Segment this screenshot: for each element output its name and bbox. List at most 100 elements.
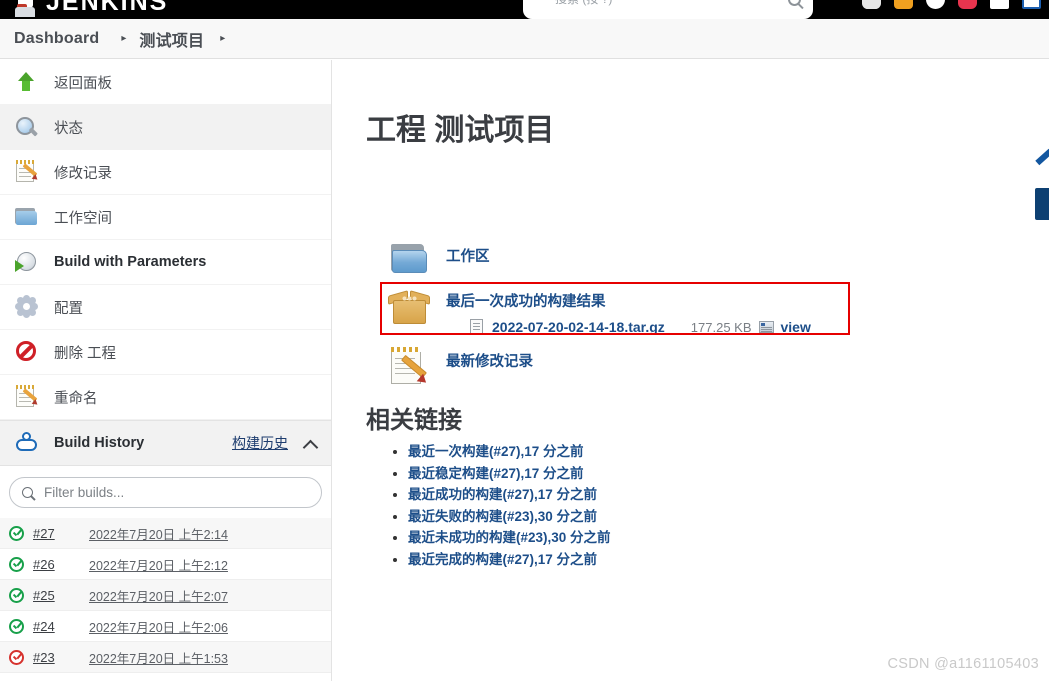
related-link-last-build[interactable]: 最近一次构建(#27),17 分之前: [408, 444, 584, 459]
related-link-last-unsuccessful[interactable]: 最近未成功的构建(#23),30 分之前: [408, 530, 611, 545]
top-bar-icon-group: [862, 0, 1041, 18]
sidebar: 返回面板 状态 修改记录 工作空间 Build with Parameters …: [0, 60, 332, 681]
white-drop-icon[interactable]: [926, 0, 945, 9]
artifact-size: 177.25 KB: [690, 319, 752, 335]
build-status-success-icon: [9, 556, 24, 572]
breadcrumb-item-project[interactable]: 测试项目: [139, 27, 204, 51]
build-date[interactable]: 2022年7月20日 上午1:53: [89, 648, 228, 667]
view-page-icon: [758, 321, 774, 333]
workspace-link[interactable]: 工作区: [446, 249, 490, 265]
build-number[interactable]: #27: [33, 526, 89, 541]
build-number[interactable]: #23: [33, 650, 89, 665]
magnifier-icon: [13, 114, 41, 140]
recent-changes-link[interactable]: 最新修改记录: [446, 354, 533, 370]
list-item: 最近未成功的构建(#23),30 分之前: [408, 530, 611, 545]
jenkins-wordmark: JENKINS: [46, 0, 169, 16]
build-number[interactable]: #26: [33, 557, 89, 572]
notepad-pencil-icon: [13, 159, 41, 185]
sidebar-item-rename[interactable]: 重命名: [0, 375, 331, 420]
build-date[interactable]: 2022年7月20日 上午2:12: [89, 555, 228, 574]
build-row[interactable]: #27 2022年7月20日 上午2:14: [0, 518, 331, 549]
build-number[interactable]: #25: [33, 588, 89, 603]
build-filter-container: [0, 466, 331, 518]
sidebar-item-back-to-dashboard[interactable]: 返回面板: [0, 60, 331, 105]
related-link-last-stable[interactable]: 最近稳定构建(#27),17 分之前: [408, 466, 584, 481]
sidebar-item-build-with-parameters[interactable]: Build with Parameters: [0, 240, 331, 285]
recent-changes-entry[interactable]: 最新修改记录: [388, 345, 533, 387]
artifact-view-link[interactable]: view: [781, 319, 811, 335]
build-row[interactable]: #23 2022年7月20日 上午1:53: [0, 642, 331, 673]
build-filter-box[interactable]: [9, 477, 322, 508]
build-history-header: Build History 构建历史: [0, 420, 331, 466]
folder-icon: [388, 240, 432, 282]
build-row[interactable]: #25 2022年7月20日 上午2:07: [0, 580, 331, 611]
up-arrow-icon: [13, 69, 41, 95]
document-icon: [470, 319, 483, 335]
sidebar-item-label: 状态: [54, 120, 83, 137]
artifact-name-link[interactable]: 2022-07-20-02-14-18.tar.gz: [492, 319, 665, 335]
watermark: CSDN @a1161105403: [887, 656, 1039, 672]
window-icon[interactable]: [990, 0, 1009, 9]
related-links-list: 最近一次构建(#27),17 分之前 最近稳定构建(#27),17 分之前 最近…: [379, 444, 611, 573]
notepad-pencil-icon: [13, 384, 41, 410]
build-date[interactable]: 2022年7月20日 上午2:07: [89, 586, 228, 605]
build-date[interactable]: 2022年7月20日 上午2:14: [89, 524, 228, 543]
sidebar-item-workspace[interactable]: 工作空间: [0, 195, 331, 240]
build-status-failure-icon: [9, 649, 24, 665]
last-successful-artifacts-link[interactable]: 最后一次成功的构建结果: [446, 294, 606, 310]
chevron-up-icon[interactable]: [304, 437, 317, 450]
related-link-last-completed[interactable]: 最近完成的构建(#27),17 分之前: [408, 552, 597, 567]
sidebar-item-delete-project[interactable]: 删除 工程: [0, 330, 331, 375]
related-link-last-successful[interactable]: 最近成功的构建(#27),17 分之前: [408, 487, 597, 502]
blue-window-icon[interactable]: [1022, 0, 1041, 9]
build-number[interactable]: #24: [33, 619, 89, 634]
list-item: 最近稳定构建(#27),17 分之前: [408, 466, 611, 481]
sidebar-item-label: 修改记录: [54, 165, 112, 182]
build-status-success-icon: [9, 525, 24, 541]
breadcrumb-item-dashboard[interactable]: Dashboard: [14, 30, 99, 48]
filter-builds-input[interactable]: [42, 484, 309, 501]
list-item: 最近完成的构建(#27),17 分之前: [408, 552, 611, 567]
sidebar-item-changes[interactable]: 修改记录: [0, 150, 331, 195]
search-icon: [788, 0, 801, 6]
chevron-right-icon-2[interactable]: ▸: [220, 33, 225, 44]
build-history-link[interactable]: 构建历史: [232, 433, 288, 453]
notepad-pencil-icon: [388, 345, 432, 387]
list-item: 最近一次构建(#27),17 分之前: [408, 444, 611, 459]
gear-icon: [13, 294, 41, 320]
list-item: 最近成功的构建(#27),17 分之前: [408, 487, 611, 502]
sidebar-item-configure[interactable]: 配置: [0, 285, 331, 330]
folder-icon: [13, 204, 41, 230]
artifact-row: 2022-07-20-02-14-18.tar.gz 177.25 KB vie…: [470, 319, 811, 335]
sidebar-item-label: 返回面板: [54, 75, 112, 92]
orange-badge-icon[interactable]: [894, 0, 913, 9]
edit-pencil-widget[interactable]: [1033, 148, 1049, 176]
search-icon: [22, 487, 33, 498]
build-status-success-icon: [9, 618, 24, 634]
jenkins-logo[interactable]: JENKINS: [14, 0, 168, 17]
bell-icon[interactable]: [862, 0, 881, 9]
sidebar-item-status[interactable]: 状态: [0, 105, 331, 150]
page-title: 工程 测试项目: [366, 114, 555, 147]
side-panel-widget[interactable]: [1035, 188, 1049, 220]
sidebar-item-label: 重命名: [54, 390, 98, 407]
package-box-icon: [388, 285, 432, 327]
pink-badge-icon[interactable]: [958, 0, 977, 9]
global-search-placeholder: 搜索 (按 ?): [535, 0, 788, 19]
related-links-heading: 相关链接: [366, 407, 462, 434]
jenkins-butler-icon: [14, 0, 40, 17]
global-search-box[interactable]: 搜索 (按 ?): [523, 0, 813, 19]
top-navigation-bar: JENKINS 搜索 (按 ?): [0, 0, 1049, 19]
build-date[interactable]: 2022年7月20日 上午2:06: [89, 617, 228, 636]
build-history-title: Build History: [54, 435, 145, 451]
main-content: 工程 测试项目 工作区 最后一次成功的构建结果 2022-07-20-02-14…: [333, 60, 1049, 681]
build-row[interactable]: #26 2022年7月20日 上午2:12: [0, 549, 331, 580]
sidebar-item-label: 删除 工程: [54, 345, 117, 362]
sidebar-item-label: 配置: [54, 300, 83, 317]
list-item: 最近失败的构建(#23),30 分之前: [408, 509, 611, 524]
chevron-right-icon: ▸: [121, 33, 127, 44]
build-row[interactable]: #24 2022年7月20日 上午2:06: [0, 611, 331, 642]
sidebar-item-label: 工作空间: [54, 210, 112, 227]
related-link-last-failed[interactable]: 最近失败的构建(#23),30 分之前: [408, 509, 597, 524]
workspace-entry[interactable]: 工作区: [388, 240, 490, 282]
